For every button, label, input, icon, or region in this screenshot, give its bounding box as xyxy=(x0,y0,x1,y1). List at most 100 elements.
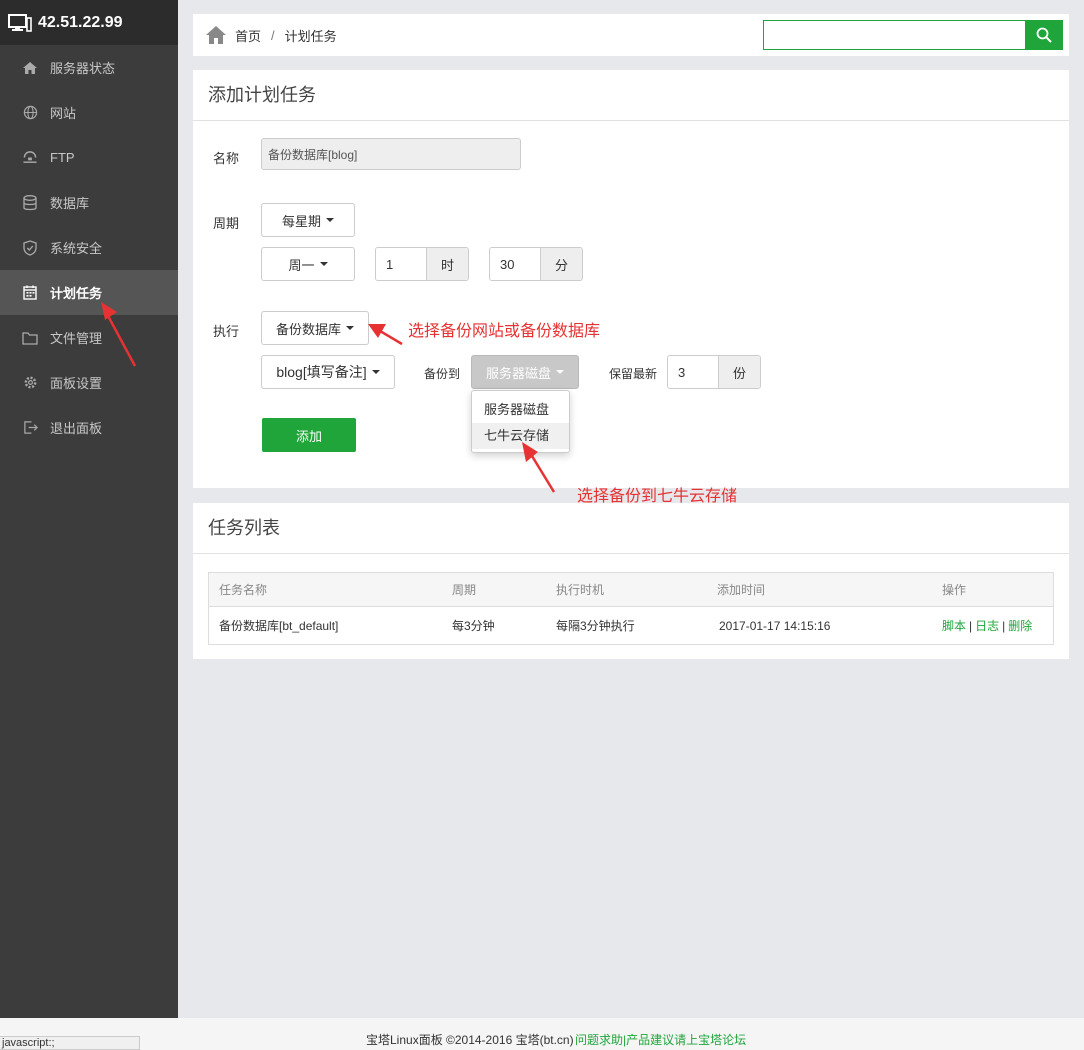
column-header: 添加时间 xyxy=(717,583,766,597)
exec-type-dropdown[interactable]: 备份数据库 xyxy=(261,311,369,345)
caret-down-icon xyxy=(346,326,354,330)
hour-input[interactable] xyxy=(376,248,426,280)
annotation-arrow-qiniu xyxy=(522,442,556,493)
gear-icon xyxy=(22,375,38,391)
keep-count-input[interactable] xyxy=(668,356,718,388)
delete-link[interactable]: 删除 xyxy=(1008,619,1032,633)
backup-to-label: 备份到 xyxy=(424,367,461,381)
action-separator: | xyxy=(1002,619,1006,633)
menu-item-server-disk[interactable]: 服务器磁盘 xyxy=(472,397,569,423)
shield-icon xyxy=(22,239,38,256)
caret-down-icon xyxy=(556,370,564,374)
sidebar-item-database[interactable]: 数据库 xyxy=(0,180,178,225)
period-label: 周期 xyxy=(213,216,240,231)
task-added-cell: 2017-01-17 14:15:16 xyxy=(719,618,831,633)
breadcrumb: 首页 / 计划任务 xyxy=(205,14,337,56)
logout-icon xyxy=(22,420,38,436)
sidebar-item-label: 系统安全 xyxy=(50,241,103,256)
caret-down-icon xyxy=(371,370,380,374)
server-ip: 42.51.22.99 xyxy=(38,13,123,31)
column-header: 执行时机 xyxy=(556,583,605,597)
exec-label: 执行 xyxy=(213,324,240,339)
backup-to-dropdown[interactable]: 服务器磁盘 xyxy=(471,355,579,389)
sidebar-item-label: 服务器状态 xyxy=(50,61,116,76)
minute-input-group: 分 xyxy=(489,247,583,281)
breadcrumb-current: 计划任务 xyxy=(284,28,337,44)
task-name-field[interactable] xyxy=(261,138,521,170)
script-link[interactable]: 脚本 xyxy=(942,619,966,633)
home-icon xyxy=(22,60,38,76)
annotation-exec-hint: 选择备份网站或备份数据库 xyxy=(408,323,601,340)
add-task-panel: 添加计划任务 名称 周期 每星期 周一 时 分 执行 备份数据库 选择备份网站或… xyxy=(193,70,1069,505)
log-link[interactable]: 日志 xyxy=(975,619,999,633)
task-timing-cell: 每隔3分钟执行 xyxy=(556,619,635,633)
task-name-cell: 备份数据库[bt_default] xyxy=(219,619,339,633)
hour-unit: 时 xyxy=(426,248,468,280)
backup-to-value: 服务器磁盘 xyxy=(485,365,551,381)
minute-unit: 分 xyxy=(540,248,582,280)
column-header: 周期 xyxy=(452,583,477,597)
breadcrumb-separator: / xyxy=(271,27,275,43)
sidebar-item-server-status[interactable]: 服务器状态 xyxy=(0,45,178,90)
column-header: 任务名称 xyxy=(219,583,268,597)
footer-copyright: 宝塔Linux面板 ©2014-2016 宝塔(bt.cn) xyxy=(366,1033,574,1047)
action-separator: | xyxy=(969,619,973,633)
keep-label: 保留最新 xyxy=(609,367,658,381)
folder-icon xyxy=(22,330,38,346)
topbar: 首页 / 计划任务 xyxy=(193,14,1069,56)
sidebar-item-cron[interactable]: 计划任务 xyxy=(0,270,178,315)
sidebar-item-files[interactable]: 文件管理 xyxy=(0,315,178,360)
sidebar: 42.51.22.99 服务器状态 网站 FTP 数据库 系统安全 计划任务 文… xyxy=(0,0,178,1018)
weekday-dropdown[interactable]: 周一 xyxy=(261,247,355,281)
period-type-dropdown[interactable]: 每星期 xyxy=(261,203,355,237)
sidebar-item-label: 数据库 xyxy=(50,196,90,211)
sidebar-item-label: 网站 xyxy=(50,106,77,121)
caret-down-icon xyxy=(326,218,334,222)
keep-unit: 份 xyxy=(718,356,760,388)
task-period-cell: 每3分钟 xyxy=(452,619,495,633)
column-header: 操作 xyxy=(942,583,967,597)
annotation-arrow-sidebar xyxy=(101,302,137,367)
task-list-panel: 任务列表 任务名称 周期 执行时机 添加时间 操作 备份数据库[bt_defau… xyxy=(193,503,1069,659)
footer: 宝塔Linux面板 ©2014-2016 宝塔(bt.cn) 问题求助|产品建议… xyxy=(0,1018,1084,1050)
task-list-title: 任务列表 xyxy=(193,503,1069,554)
calendar-icon xyxy=(22,285,38,301)
search-icon xyxy=(1036,27,1052,43)
task-actions-cell: 脚本 | 日志 | 删除 xyxy=(932,617,1053,634)
exec-type-value: 备份数据库 xyxy=(275,321,341,337)
table-header-row: 任务名称 周期 执行时机 添加时间 操作 xyxy=(209,573,1053,607)
search-input[interactable] xyxy=(763,20,1025,50)
sidebar-item-logout[interactable]: 退出面板 xyxy=(0,405,178,450)
sidebar-header: 42.51.22.99 xyxy=(0,0,178,45)
search-box xyxy=(763,20,1063,50)
hour-input-group: 时 xyxy=(375,247,469,281)
globe-icon xyxy=(22,105,38,121)
caret-down-icon xyxy=(319,262,328,266)
sidebar-item-label: FTP xyxy=(50,150,75,165)
browser-status-bar: javascript:; xyxy=(0,1036,140,1050)
target-value: blog[填写备注] xyxy=(276,364,367,380)
sidebar-item-settings[interactable]: 面板设置 xyxy=(0,360,178,405)
task-table: 任务名称 周期 执行时机 添加时间 操作 备份数据库[bt_default] 每… xyxy=(208,572,1054,645)
search-button[interactable] xyxy=(1025,20,1063,50)
monitor-icon xyxy=(8,13,32,32)
sidebar-item-label: 退出面板 xyxy=(50,421,103,436)
database-icon xyxy=(22,194,38,211)
weekday-value: 周一 xyxy=(288,257,315,273)
sidebar-item-website[interactable]: 网站 xyxy=(0,90,178,135)
keep-input-group: 份 xyxy=(667,355,761,389)
sidebar-item-label: 面板设置 xyxy=(50,376,103,391)
target-dropdown[interactable]: blog[填写备注] xyxy=(261,355,395,389)
breadcrumb-home-link[interactable]: 首页 xyxy=(235,26,261,45)
sidebar-item-ftp[interactable]: FTP xyxy=(0,135,178,180)
annotation-arrow-exec xyxy=(368,324,403,346)
footer-forum-link[interactable]: 问题求助|产品建议请上宝塔论坛 xyxy=(575,1031,746,1048)
add-task-title: 添加计划任务 xyxy=(193,70,1069,121)
name-label: 名称 xyxy=(213,151,240,166)
table-row: 备份数据库[bt_default] 每3分钟 每隔3分钟执行 2017-01-1… xyxy=(209,607,1053,644)
network-icon xyxy=(22,150,38,166)
add-task-button[interactable]: 添加 xyxy=(262,418,356,452)
home-icon[interactable] xyxy=(205,25,227,45)
minute-input[interactable] xyxy=(490,248,540,280)
sidebar-item-security[interactable]: 系统安全 xyxy=(0,225,178,270)
